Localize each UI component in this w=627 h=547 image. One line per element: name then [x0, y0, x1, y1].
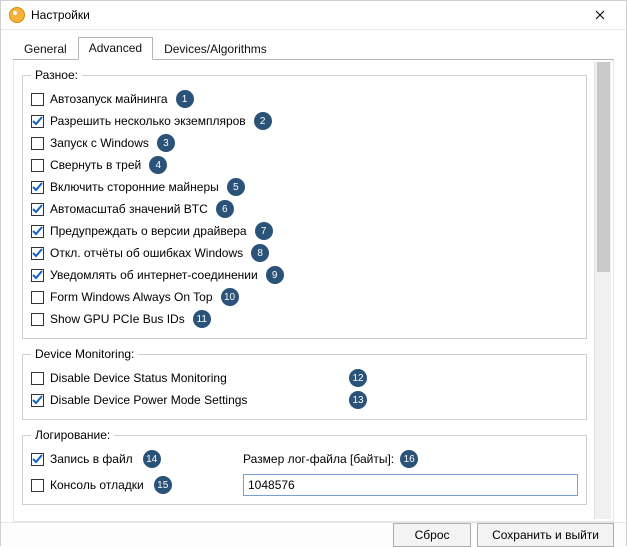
logging-debug-console-row: Консоль отладки 15 — [31, 474, 231, 496]
checkbox[interactable] — [31, 269, 44, 282]
checkbox[interactable] — [31, 247, 44, 260]
badge-14: 14 — [143, 450, 161, 468]
group-logging: Логирование: Запись в файл 14 Размер лог… — [22, 428, 587, 505]
checkbox[interactable] — [31, 225, 44, 238]
checkbox-write-file[interactable] — [31, 453, 44, 466]
tabs: General Advanced Devices/Algorithms — [13, 36, 614, 60]
badge-15: 15 — [154, 476, 172, 494]
checkbox-label: Свернуть в трей — [50, 158, 141, 172]
badge-5: 5 — [227, 178, 245, 196]
list-item: Disable Device Status Monitoring 12 — [31, 367, 578, 389]
window-title: Настройки — [31, 8, 580, 22]
checkbox-label: Автомасштаб значений BTC — [50, 202, 208, 216]
checkbox-label: Show GPU PCIe Bus IDs — [50, 312, 185, 326]
label-write-file: Запись в файл — [50, 452, 133, 466]
list-item: Разрешить несколько экземпляров 2 — [31, 110, 578, 132]
close-icon — [595, 10, 605, 20]
tabs-container: General Advanced Devices/Algorithms Разн… — [1, 30, 626, 522]
checkbox-label: Запуск с Windows — [50, 136, 149, 150]
checkbox[interactable] — [31, 203, 44, 216]
checkbox-label: Откл. отчёты об ошибках Windows — [50, 246, 243, 260]
list-item: Запуск с Windows 3 — [31, 132, 578, 154]
scrollbar-thumb[interactable] — [597, 62, 610, 272]
badge-2: 2 — [254, 112, 272, 130]
group-misc: Разное: Автозапуск майнинга 1 Разрешить не… — [22, 68, 587, 339]
dialog-footer: Сброс Сохранить и выйти — [1, 522, 626, 547]
checkbox-label: Disable Device Power Mode Settings — [50, 393, 247, 407]
checkbox-debug-console[interactable] — [31, 479, 44, 492]
checkbox-label: Уведомлять об интернет-соединении — [50, 268, 258, 282]
close-button[interactable] — [580, 1, 620, 29]
checkbox[interactable] — [31, 181, 44, 194]
badge-8: 8 — [251, 244, 269, 262]
checkbox-label: Автозапуск майнинга — [50, 92, 168, 106]
list-item: Автозапуск майнинга 1 — [31, 88, 578, 110]
list-item: Form Windows Always On Top 10 — [31, 286, 578, 308]
checkbox[interactable] — [31, 291, 44, 304]
badge-10: 10 — [221, 288, 239, 306]
checkbox[interactable] — [31, 313, 44, 326]
badge-3: 3 — [157, 134, 175, 152]
badge-7: 7 — [255, 222, 273, 240]
group-devmon-legend: Device Monitoring: — [31, 347, 138, 361]
badge-9: 9 — [266, 266, 284, 284]
list-item: Автомасштаб значений BTC 6 — [31, 198, 578, 220]
checkbox[interactable] — [31, 137, 44, 150]
reset-button[interactable]: Сброс — [393, 523, 471, 547]
list-item: Откл. отчёты об ошибках Windows 8 — [31, 242, 578, 264]
list-item: Show GPU PCIe Bus IDs 11 — [31, 308, 578, 330]
checkbox-label: Disable Device Status Monitoring — [50, 371, 227, 385]
tab-devices[interactable]: Devices/Algorithms — [153, 38, 278, 60]
list-item: Disable Device Power Mode Settings 13 — [31, 389, 578, 411]
badge-1: 1 — [176, 90, 194, 108]
tab-advanced[interactable]: Advanced — [78, 37, 153, 60]
app-icon — [9, 7, 25, 23]
group-device-monitoring: Device Monitoring: Disable Device Status… — [22, 347, 587, 420]
settings-window: Настройки General Advanced Devices/Algor… — [0, 0, 627, 546]
group-misc-legend: Разное: — [31, 68, 82, 82]
logging-size-input-cell — [243, 474, 578, 496]
label-log-size: Размер лог-файла [байты]: — [243, 452, 394, 466]
logging-size-label-cell: Размер лог-файла [байты]: 16 — [243, 448, 578, 470]
badge-12: 12 — [349, 369, 367, 387]
list-item: Свернуть в трей 4 — [31, 154, 578, 176]
badge-4: 4 — [149, 156, 167, 174]
checkbox[interactable] — [31, 115, 44, 128]
checkbox-label: Включить сторонние майнеры — [50, 180, 219, 194]
list-item: Предупреждать о версии драйвера 7 — [31, 220, 578, 242]
checkbox-label: Предупреждать о версии драйвера — [50, 224, 247, 238]
badge-6: 6 — [216, 200, 234, 218]
tab-general[interactable]: General — [13, 38, 78, 60]
scrollbar[interactable] — [594, 62, 611, 519]
group-logging-legend: Логирование: — [31, 428, 114, 442]
checkbox[interactable] — [31, 394, 44, 407]
titlebar: Настройки — [1, 1, 626, 30]
list-item: Уведомлять об интернет-соединении 9 — [31, 264, 578, 286]
checkbox-label: Form Windows Always On Top — [50, 290, 213, 304]
checkbox[interactable] — [31, 159, 44, 172]
checkbox-label: Разрешить несколько экземпляров — [50, 114, 246, 128]
input-log-size[interactable] — [243, 474, 578, 496]
checkbox[interactable] — [31, 372, 44, 385]
checkbox[interactable] — [31, 93, 44, 106]
badge-16: 16 — [400, 450, 418, 468]
list-item: Включить сторонние майнеры 5 — [31, 176, 578, 198]
label-debug-console: Консоль отладки — [50, 478, 144, 492]
tab-content: Разное: Автозапуск майнинга 1 Разрешить не… — [13, 60, 614, 522]
logging-write-file-row: Запись в файл 14 — [31, 448, 231, 470]
save-exit-button[interactable]: Сохранить и выйти — [477, 523, 614, 547]
badge-11: 11 — [193, 310, 211, 328]
badge-13: 13 — [349, 391, 367, 409]
